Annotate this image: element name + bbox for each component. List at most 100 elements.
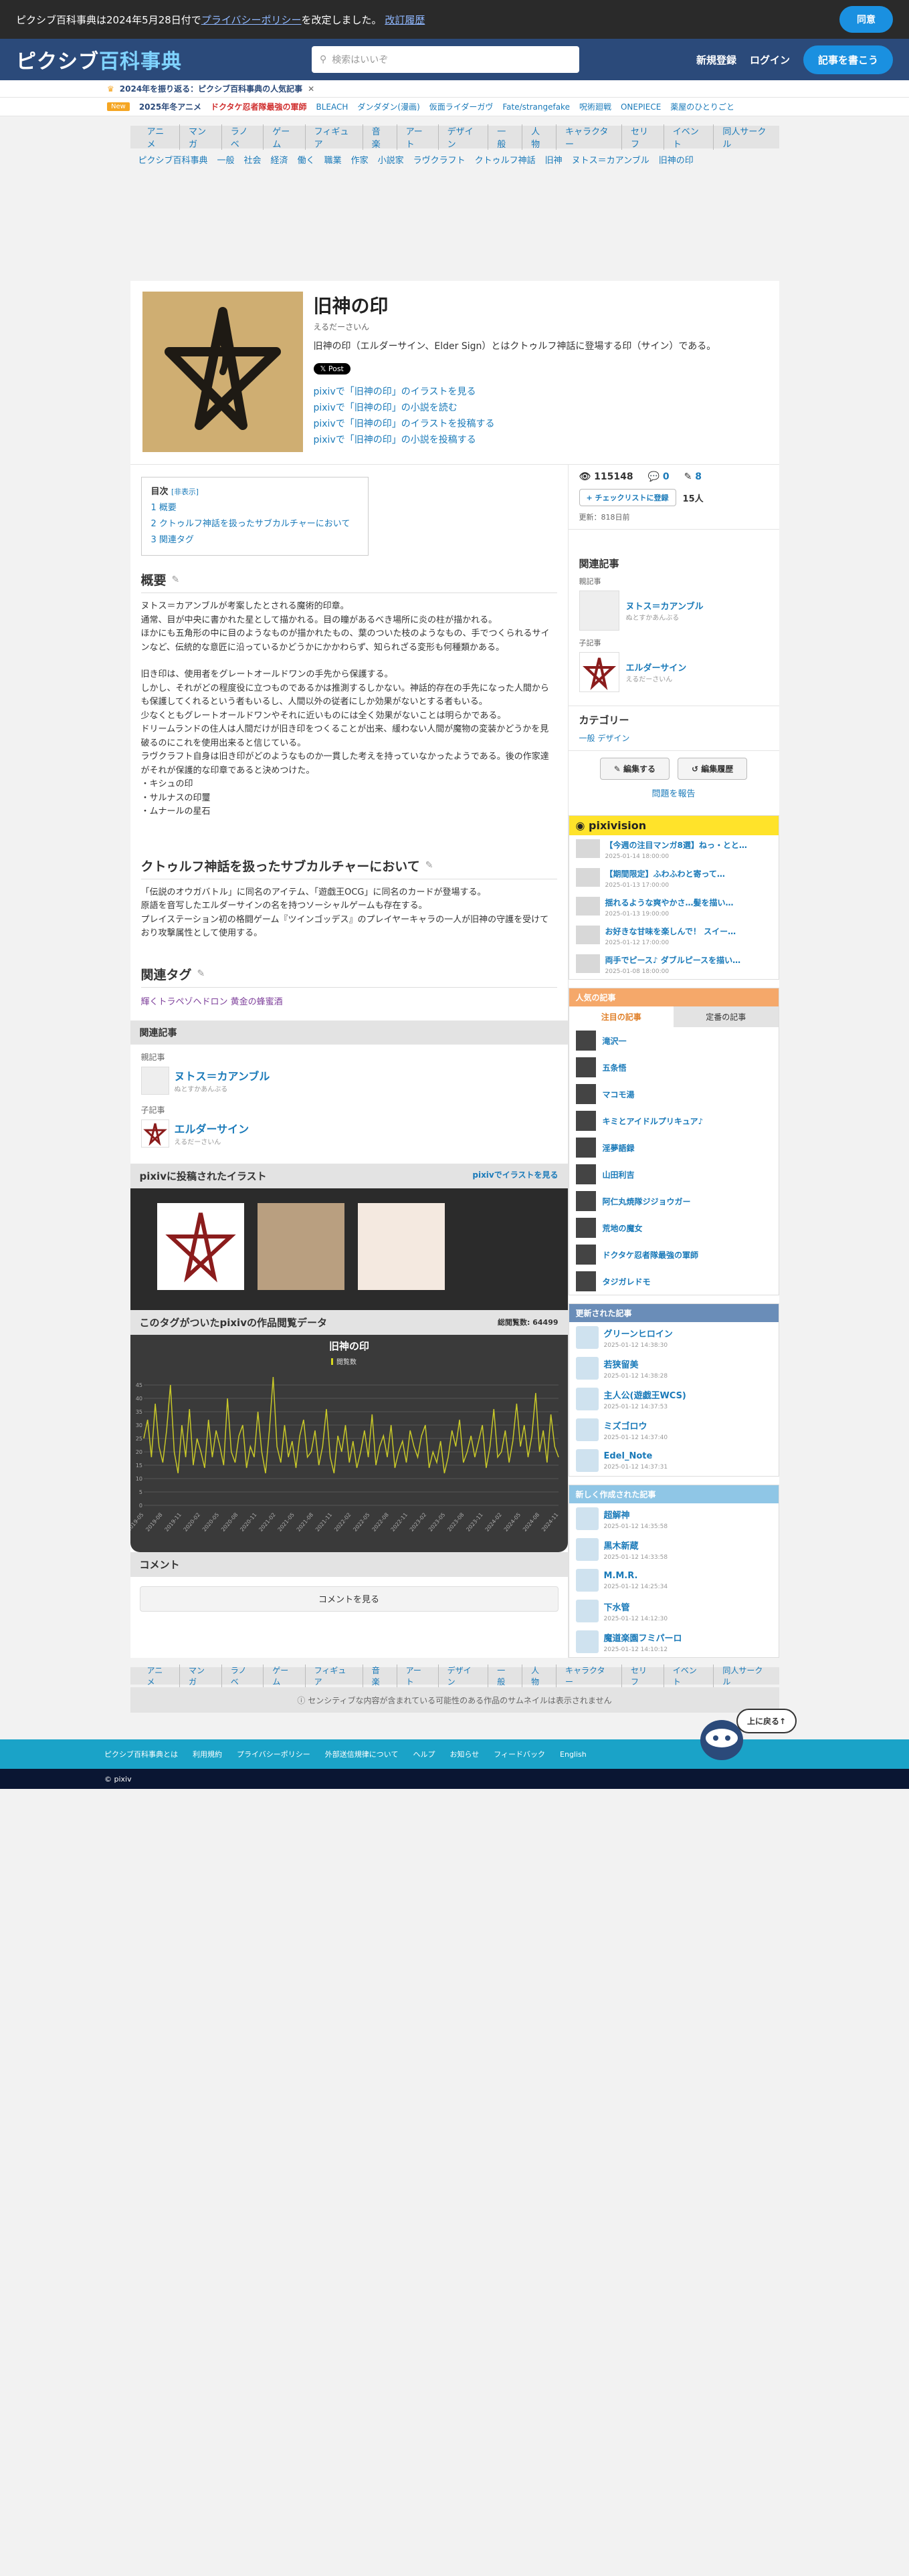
category-link[interactable]: アニメ	[138, 1665, 180, 1687]
category-link[interactable]: デザイン	[597, 734, 629, 743]
newarticles-item[interactable]: 下水管 2025-01-12 14:12:30	[569, 1596, 779, 1626]
category-link[interactable]: セリフ	[622, 1665, 664, 1687]
updated-item[interactable]: Edel_Note 2025-01-12 14:37:31	[569, 1445, 779, 1476]
close-icon[interactable]: ✕	[308, 84, 314, 94]
footer-link[interactable]: ピクシブ百科事典とは	[104, 1749, 178, 1759]
popular-item[interactable]: 山田利吉	[569, 1161, 779, 1188]
category-link[interactable]: ゲーム	[264, 124, 306, 150]
search-input[interactable]: ⚲ 検索はいいぞ	[312, 46, 579, 73]
breadcrumb-item[interactable]: クトゥルフ神話	[475, 154, 545, 169]
breadcrumb-item[interactable]: ピクシブ百科事典	[138, 154, 217, 169]
popular-item[interactable]: タジガレドモ	[569, 1268, 779, 1295]
agree-button[interactable]: 同意	[839, 6, 893, 33]
breadcrumb-item[interactable]: 働く	[298, 154, 324, 169]
parent-article[interactable]: ヌトス＝カアンブル ぬとすかあんぶる	[140, 1066, 557, 1095]
category-link[interactable]: デザイン	[439, 124, 489, 150]
announcement-link[interactable]: 2024年を振り返る：ピクシブ百科事典の人気記事	[120, 83, 302, 94]
child-article[interactable]: エルダーサイン えるだーさいん	[140, 1119, 557, 1148]
edit-pencil-icon[interactable]: ✎	[197, 968, 205, 979]
footer-link[interactable]: ヘルプ	[413, 1749, 435, 1759]
pixiv-link[interactable]: pixivで「旧神の印」の小説を投稿する	[314, 432, 716, 448]
trend-link[interactable]: ONEPIECE	[621, 102, 661, 112]
toc-item[interactable]: 2 クトゥルフ神話を扱ったサブカルチャーにおいて	[151, 516, 359, 532]
toc-item[interactable]: 1 概要	[151, 500, 359, 516]
x-post-button[interactable]: 𝕏 Post	[313, 363, 350, 374]
comments-stat[interactable]: 💬 0	[648, 471, 670, 482]
pixivision-item[interactable]: 【今週の注目マンガ8選】ねっ・とと… 2025-01-14 18:00:00	[569, 835, 779, 864]
category-link[interactable]: 人物	[522, 1665, 557, 1687]
breadcrumb-item[interactable]: ヌトス＝カアンブル	[572, 154, 659, 169]
footer-link[interactable]: フィードバック	[494, 1749, 545, 1759]
trend-link[interactable]: Fate/strangefake	[502, 102, 570, 112]
write-article-button[interactable]: 記事を書こう	[803, 45, 893, 74]
pixivision-item[interactable]: 【期間限定】ふわふわと寄って… 2025-01-13 17:00:00	[569, 864, 779, 893]
category-link[interactable]: 一般	[488, 124, 523, 150]
tab-featured[interactable]: 注目の記事	[569, 1006, 674, 1027]
view-comments-button[interactable]: コメントを見る	[139, 1586, 559, 1612]
category-link[interactable]: ラノベ	[222, 1665, 264, 1687]
history-button[interactable]: ↺ 編集履歴	[678, 758, 748, 780]
trend-link[interactable]: 呪術廻戦	[579, 101, 611, 112]
breadcrumb-item[interactable]: 社会	[244, 154, 271, 169]
logo[interactable]: ピクシブ百科事典	[16, 45, 297, 74]
updated-item[interactable]: グリーンヒロイン 2025-01-12 14:38:30	[569, 1322, 779, 1353]
category-link[interactable]: イベント	[664, 1665, 714, 1687]
newarticles-item[interactable]: 超解神 2025-01-12 14:35:58	[569, 1503, 779, 1534]
toc-toggle[interactable]: [非表示]	[171, 488, 199, 496]
pixivision-item[interactable]: 両手でピース♪ ダブルピースを描い… 2025-01-08 18:00:00	[569, 950, 779, 979]
breadcrumb-item[interactable]: 作家	[351, 154, 378, 169]
trend-link[interactable]: 薬屋のひとりごと	[670, 101, 734, 112]
side-parent-item[interactable]: ヌトス＝カアンブル ぬとすかあんぶる	[579, 591, 769, 631]
category-link[interactable]: 音楽	[363, 1665, 397, 1687]
newarticles-item[interactable]: M.M.R. 2025-01-12 14:25:34	[569, 1565, 779, 1596]
breadcrumb-item[interactable]: 経済	[271, 154, 298, 169]
newarticles-item[interactable]: 魔道楽園フミパーロ 2025-01-12 14:10:12	[569, 1626, 779, 1657]
toc-item[interactable]: 3 関連タグ	[151, 532, 359, 548]
pixivision-item[interactable]: 揺れるような爽やかさ…髪を描い… 2025-01-13 19:00:00	[569, 893, 779, 922]
trend-link[interactable]: 仮面ライダーガヴ	[429, 101, 494, 112]
side-child-item[interactable]: エルダーサイン えるだーさいん	[579, 652, 769, 692]
footer-link[interactable]: 利用規約	[193, 1749, 222, 1759]
footer-link[interactable]: 外部送信規律について	[325, 1749, 399, 1759]
privacy-link[interactable]: プライバシーポリシー	[201, 14, 302, 26]
breadcrumb-item[interactable]: 一般	[217, 154, 244, 169]
popular-item[interactable]: ドクタケ忍者隊最強の軍師	[569, 1241, 779, 1268]
category-link[interactable]: 人物	[522, 124, 557, 150]
category-link[interactable]: 同人サークル	[714, 124, 779, 150]
breadcrumb-item[interactable]: ラヴクラフト	[413, 154, 475, 169]
category-link[interactable]: アート	[397, 124, 439, 150]
category-link[interactable]: キャラクター	[557, 1665, 622, 1687]
tag-link[interactable]: 輝くトラペゾヘドロン	[141, 997, 228, 1007]
edits-stat[interactable]: ✎ 8	[684, 471, 702, 482]
pixiv-illust-link[interactable]: pixivでイラストを見る	[472, 1169, 558, 1183]
history-link[interactable]: 改訂履歴	[385, 14, 425, 26]
pixiv-link[interactable]: pixivで「旧神の印」のイラストを見る	[314, 384, 716, 400]
updated-item[interactable]: ミズゴロウ 2025-01-12 14:37:40	[569, 1414, 779, 1445]
category-link[interactable]: フィギュア	[306, 124, 363, 150]
updated-item[interactable]: 主人公(遊戯王WCS) 2025-01-12 14:37:53	[569, 1384, 779, 1414]
pixiv-link[interactable]: pixivで「旧神の印」のイラストを投稿する	[314, 416, 716, 432]
category-link[interactable]: 一般	[488, 1665, 523, 1687]
footer-link[interactable]: English	[560, 1750, 587, 1759]
breadcrumb-item[interactable]: 小説家	[378, 154, 413, 169]
footer-link[interactable]: お知らせ	[449, 1749, 479, 1759]
popular-item[interactable]: 五条悟	[569, 1054, 779, 1081]
popular-item[interactable]: 阿仁丸焼隊ジジョウガー	[569, 1188, 779, 1214]
popular-item[interactable]: 滝沢一	[569, 1027, 779, 1054]
popular-item[interactable]: マコモ湯	[569, 1081, 779, 1107]
category-link[interactable]: イベント	[664, 124, 714, 150]
login-link[interactable]: ログイン	[750, 53, 790, 67]
trend-link[interactable]: BLEACH	[316, 102, 348, 112]
category-link[interactable]: ラノベ	[222, 124, 264, 150]
category-link[interactable]: フィギュア	[306, 1665, 363, 1687]
tag-link[interactable]: 黄金の蜂蜜酒	[231, 997, 283, 1007]
edit-pencil-icon[interactable]: ✎	[172, 574, 180, 585]
category-link[interactable]: ゲーム	[264, 1665, 306, 1687]
signup-link[interactable]: 新規登録	[696, 53, 736, 67]
breadcrumb-item[interactable]: 旧神	[545, 154, 572, 169]
trend-link[interactable]: 2025年冬アニメ	[139, 101, 201, 112]
trend-link[interactable]: ドクタケ忍者隊最強の軍師	[211, 101, 307, 112]
edit-pencil-icon[interactable]: ✎	[425, 860, 433, 871]
popular-item[interactable]: 淫夢語録	[569, 1134, 779, 1161]
category-link[interactable]: アニメ	[138, 124, 180, 150]
